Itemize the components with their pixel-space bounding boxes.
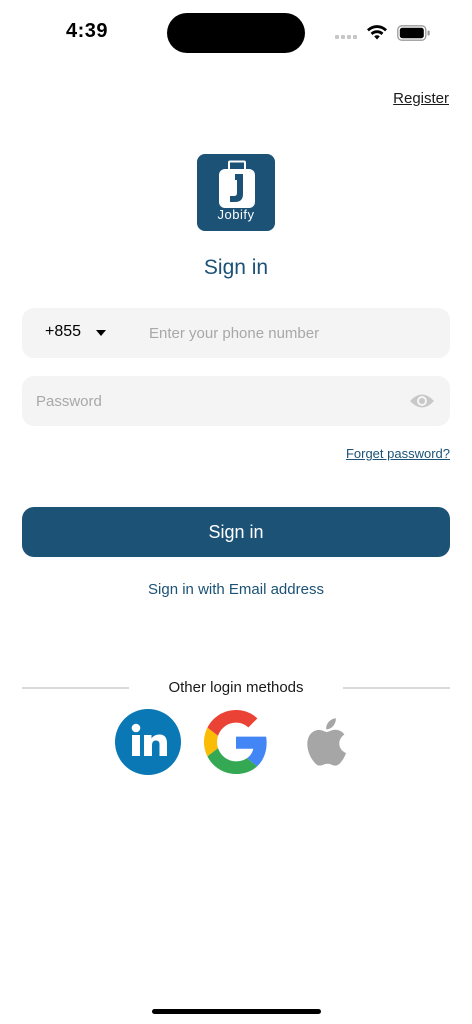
cellular-signal-icon bbox=[335, 35, 357, 39]
chevron-down-icon[interactable] bbox=[96, 330, 106, 336]
battery-icon bbox=[397, 25, 430, 41]
linkedin-icon[interactable] bbox=[115, 709, 181, 775]
phone-field: +855 bbox=[22, 308, 450, 358]
password-input[interactable] bbox=[36, 376, 406, 426]
jobify-logo-icon bbox=[219, 160, 255, 208]
forget-password-link[interactable]: Forget password? bbox=[346, 446, 450, 461]
password-field bbox=[22, 376, 450, 426]
country-code-value[interactable]: +855 bbox=[45, 323, 81, 341]
phone-input[interactable] bbox=[149, 308, 434, 358]
home-indicator bbox=[152, 1009, 321, 1014]
register-link[interactable]: Register bbox=[393, 90, 449, 107]
email-sign-in-link[interactable]: Sign in with Email address bbox=[0, 581, 472, 598]
divider-right bbox=[343, 687, 450, 689]
page-title: Sign in bbox=[203, 256, 269, 279]
wifi-icon bbox=[367, 25, 387, 40]
status-time: 4:39 bbox=[66, 20, 109, 42]
logo-text: Jobify bbox=[217, 207, 255, 222]
status-bar: 4:39 bbox=[0, 0, 472, 64]
dynamic-island bbox=[167, 13, 305, 53]
sign-in-button[interactable]: Sign in bbox=[22, 507, 450, 557]
apple-icon[interactable] bbox=[294, 709, 360, 775]
google-icon[interactable] bbox=[204, 710, 268, 774]
eye-icon[interactable] bbox=[409, 391, 435, 411]
